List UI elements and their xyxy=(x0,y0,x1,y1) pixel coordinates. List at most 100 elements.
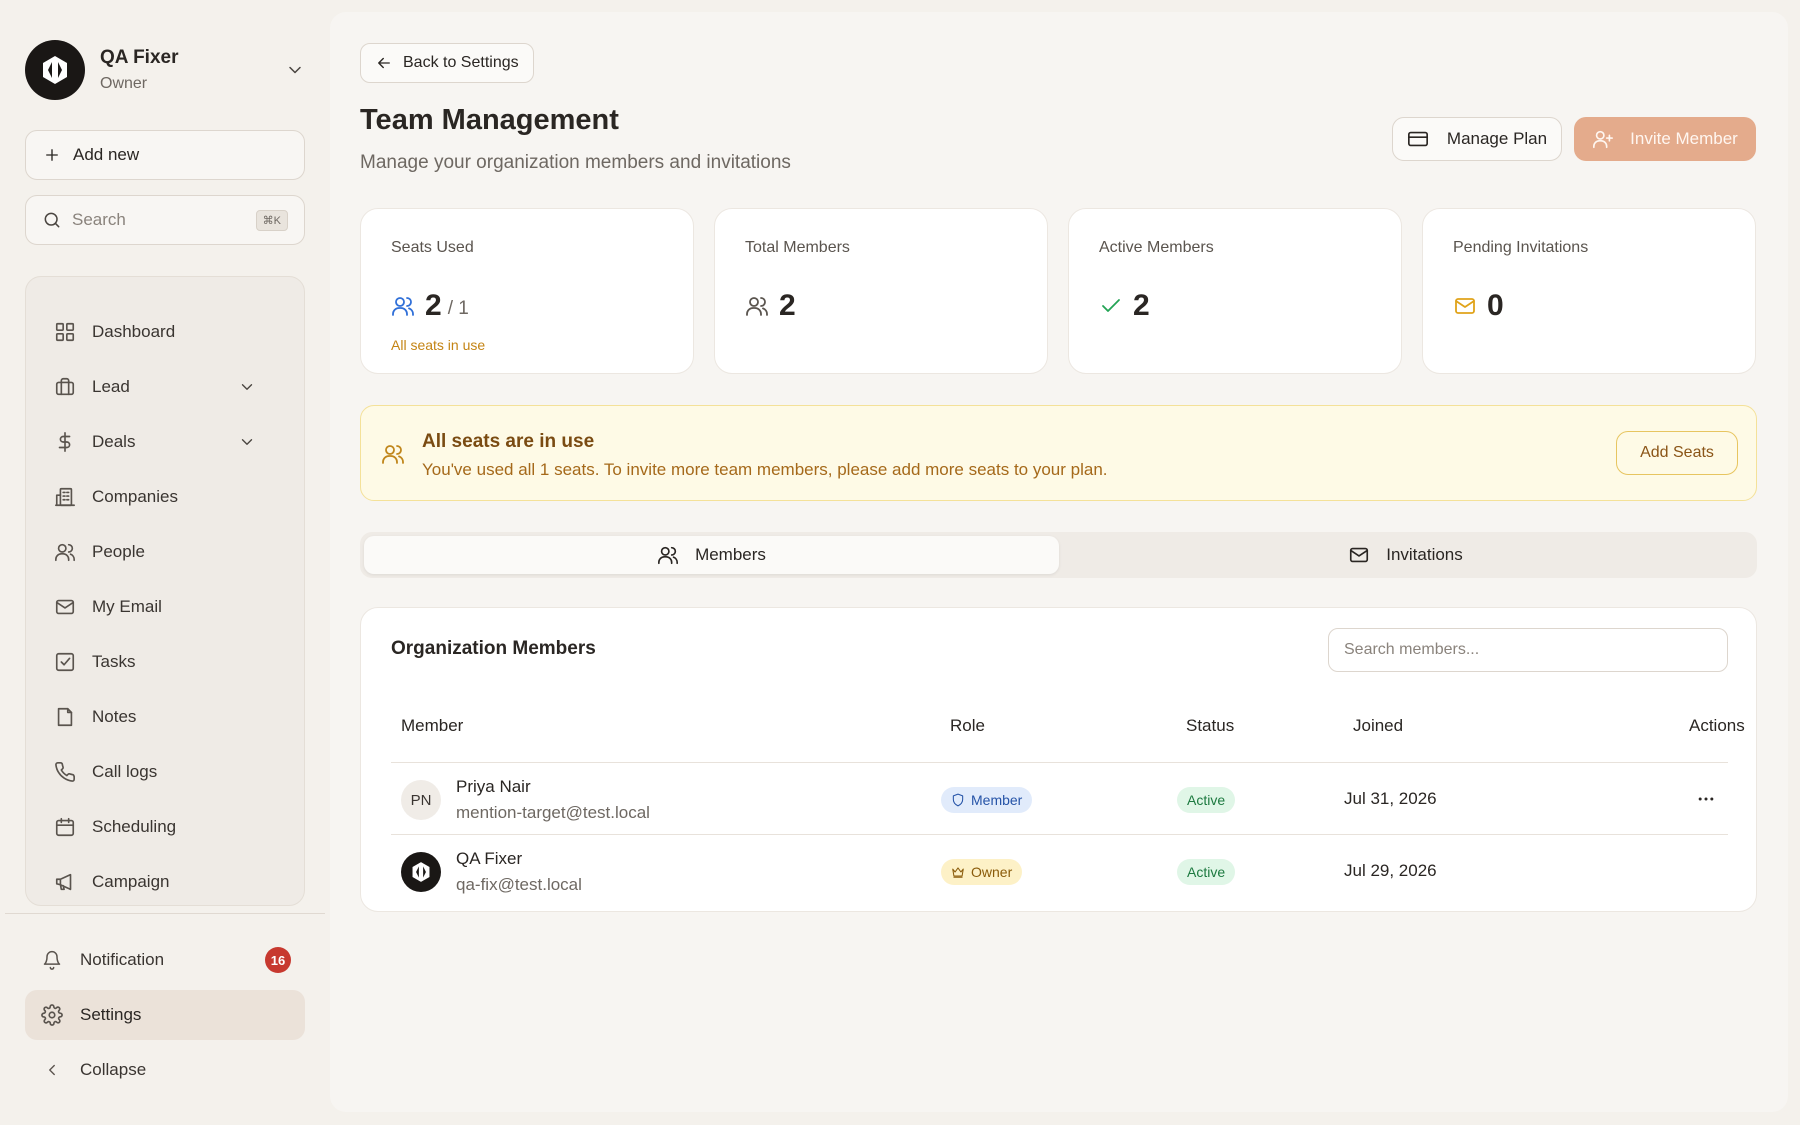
note-icon xyxy=(52,706,78,728)
notification-badge: 16 xyxy=(265,947,291,973)
stat-card-total-members: Total Members 2 xyxy=(714,208,1048,374)
role-badge: Member xyxy=(941,787,1033,813)
sidebar-item-campaign[interactable]: Campaign xyxy=(26,862,304,902)
invite-member-button[interactable]: Invite Member xyxy=(1574,117,1756,161)
stat-label: Active Members xyxy=(1099,239,1214,256)
users-icon xyxy=(657,544,679,566)
org-switcher[interactable]: QA Fixer Owner xyxy=(25,40,305,100)
tab-members[interactable]: Members xyxy=(364,536,1059,574)
mail-icon xyxy=(1348,544,1370,566)
sidebar-item-people[interactable]: People xyxy=(26,532,304,572)
add-seats-button[interactable]: Add Seats xyxy=(1616,431,1738,475)
back-label: Back to Settings xyxy=(403,54,519,71)
sidebar-nav: Dashboard Lead Deals Companies People My… xyxy=(25,276,305,906)
stat-value: 2 xyxy=(425,289,442,322)
users-icon xyxy=(52,541,78,563)
users-icon xyxy=(391,294,415,318)
collapse-button[interactable]: Collapse xyxy=(25,1045,305,1095)
sidebar-item-label: Companies xyxy=(92,487,178,506)
role-label: Member xyxy=(971,792,1023,808)
chevron-down-icon[interactable] xyxy=(234,378,260,396)
collapse-label: Collapse xyxy=(80,1060,147,1079)
sidebar-item-label: People xyxy=(92,542,145,561)
role-badge: Owner xyxy=(941,859,1023,885)
stat-value-row: 2 / 1 xyxy=(391,289,469,323)
search-shortcut: ⌘K xyxy=(255,209,288,231)
user-plus-icon xyxy=(1592,128,1614,150)
sidebar-item-deals[interactable]: Deals xyxy=(26,422,304,462)
search-placeholder: Search xyxy=(72,210,126,229)
sidebar-item-label: Scheduling xyxy=(92,817,177,836)
dashboard-icon xyxy=(52,321,78,343)
stat-value: 2 xyxy=(1133,289,1150,322)
sidebar-item-label: Campaign xyxy=(92,872,170,891)
column-header-status: Status xyxy=(1186,716,1235,735)
stat-label: Pending Invitations xyxy=(1453,239,1589,256)
tab-label: Members xyxy=(695,545,766,564)
sidebar-item-label: Notes xyxy=(92,707,137,726)
members-tabs: Members Invitations xyxy=(360,532,1757,578)
org-logo-icon xyxy=(25,40,85,100)
manage-plan-button[interactable]: Manage Plan xyxy=(1392,117,1562,161)
stat-value: 2 xyxy=(779,289,796,322)
page-subtitle: Manage your organization members and inv… xyxy=(360,152,791,173)
member-search-input[interactable] xyxy=(1328,628,1728,672)
table-row: PN Priya Nair mention-target@test.local … xyxy=(391,763,1728,833)
more-horizontal-icon[interactable] xyxy=(1691,784,1721,814)
sidebar-item-label: Call logs xyxy=(92,762,158,781)
avatar xyxy=(401,852,441,892)
member-email: mention-target@test.local xyxy=(456,803,650,822)
check-icon xyxy=(1099,294,1123,318)
phone-icon xyxy=(52,761,78,783)
avatar: PN xyxy=(401,780,441,820)
add-new-button[interactable]: Add new xyxy=(25,130,305,180)
sidebar: QA Fixer Owner Add new Search ⌘K Dashboa… xyxy=(0,0,330,1125)
status-badge: Active xyxy=(1177,787,1236,813)
sidebar-search[interactable]: Search ⌘K xyxy=(25,195,305,245)
main-content: Back to Settings Team Management Manage … xyxy=(330,12,1788,1112)
member-name: Priya Nair xyxy=(456,777,531,796)
status-badge: Active xyxy=(1177,859,1236,885)
org-role: Owner xyxy=(100,75,148,92)
chevron-down-icon[interactable] xyxy=(285,60,305,80)
alert-title: All seats are in use xyxy=(422,431,595,452)
sidebar-item-dashboard[interactable]: Dashboard xyxy=(26,312,304,352)
back-to-settings-button[interactable]: Back to Settings xyxy=(360,43,534,83)
arrow-left-icon xyxy=(375,54,393,72)
stat-label: Total Members xyxy=(745,239,850,256)
sidebar-item-scheduling[interactable]: Scheduling xyxy=(26,807,304,847)
stat-value-row: 2 xyxy=(745,289,796,323)
tab-invitations[interactable]: Invitations xyxy=(1058,536,1753,574)
sidebar-item-label: Tasks xyxy=(92,652,136,671)
briefcase-icon xyxy=(52,376,78,398)
chevron-left-icon xyxy=(39,1061,65,1079)
sidebar-item-companies[interactable]: Companies xyxy=(26,477,304,517)
users-icon xyxy=(381,442,405,466)
sidebar-item-label: Deals xyxy=(92,432,136,451)
seats-alert-banner: All seats are in use You've used all 1 s… xyxy=(360,405,1757,501)
sidebar-item-tasks[interactable]: Tasks xyxy=(26,642,304,682)
column-header-actions: Actions xyxy=(1689,716,1745,735)
sidebar-item-call-logs[interactable]: Call logs xyxy=(26,752,304,792)
credit-card-icon xyxy=(1407,128,1429,150)
chevron-down-icon[interactable] xyxy=(234,433,260,451)
sidebar-item-notes[interactable]: Notes xyxy=(26,697,304,737)
bell-icon xyxy=(39,950,65,970)
users-icon xyxy=(745,294,769,318)
alert-text: You've used all 1 seats. To invite more … xyxy=(422,460,1108,479)
stat-note: All seats in use xyxy=(391,337,486,353)
settings-button[interactable]: Settings xyxy=(25,990,305,1040)
sidebar-item-label: Dashboard xyxy=(92,322,176,341)
stat-value: 0 xyxy=(1487,289,1504,322)
sidebar-item-lead[interactable]: Lead xyxy=(26,367,304,407)
organization-members-card: Organization Members Member Role Status … xyxy=(360,607,1757,912)
member-email: qa-fix@test.local xyxy=(456,875,582,894)
column-header-role: Role xyxy=(950,716,985,735)
tab-label: Invitations xyxy=(1386,545,1463,564)
column-header-joined: Joined xyxy=(1353,716,1404,735)
stat-value-row: 0 xyxy=(1453,289,1504,323)
settings-label: Settings xyxy=(80,1005,142,1024)
crown-icon xyxy=(951,865,965,879)
notification-button[interactable]: Notification 16 xyxy=(25,935,305,985)
sidebar-item-my-email[interactable]: My Email xyxy=(26,587,304,627)
